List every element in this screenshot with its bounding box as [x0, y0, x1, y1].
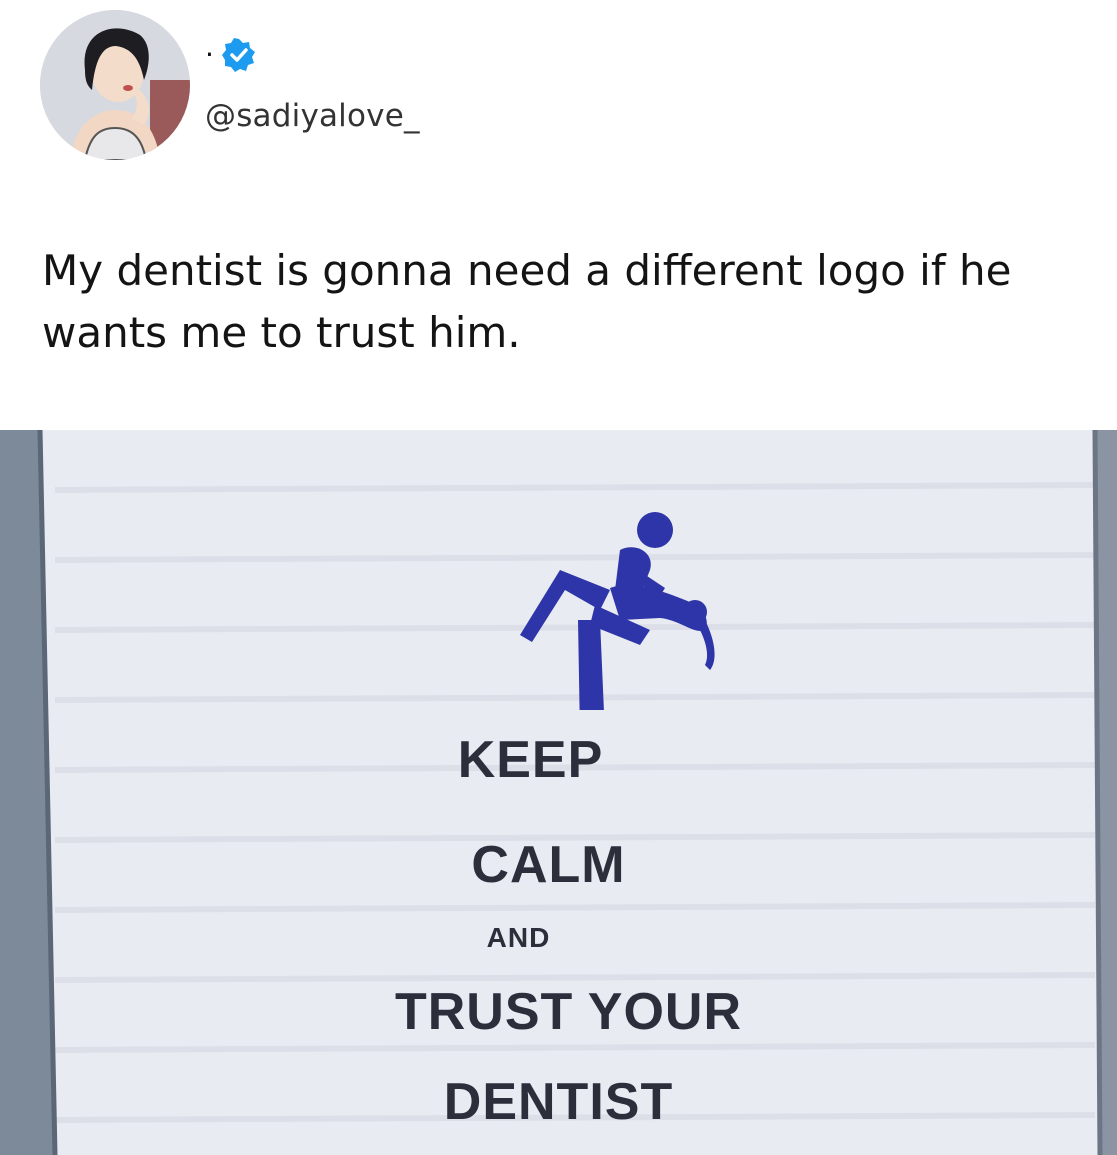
post-photo[interactable]: KEEP CALM AND TRUST YOUR DENTIST: [0, 430, 1117, 1155]
sign-line-dentist: DENTIST: [443, 1073, 674, 1131]
avatar-illustration: [40, 10, 190, 160]
author-name-row: ·: [205, 38, 256, 72]
avatar[interactable]: [40, 10, 190, 160]
sign-line-keep: KEEP: [457, 731, 604, 789]
verified-badge-icon: [221, 38, 255, 72]
author-name[interactable]: ·: [205, 41, 214, 69]
author-handle[interactable]: @sadiyalove_: [205, 98, 420, 134]
post-header: · @sadiyalove_: [40, 10, 740, 160]
sign-line-trust-your: TRUST YOUR: [394, 983, 743, 1041]
sign-line-and: AND: [486, 922, 551, 953]
sign-line-calm: CALM: [471, 836, 626, 894]
post-text: My dentist is gonna need a different log…: [42, 246, 1012, 357]
dentist-figure-icon: [520, 512, 715, 710]
